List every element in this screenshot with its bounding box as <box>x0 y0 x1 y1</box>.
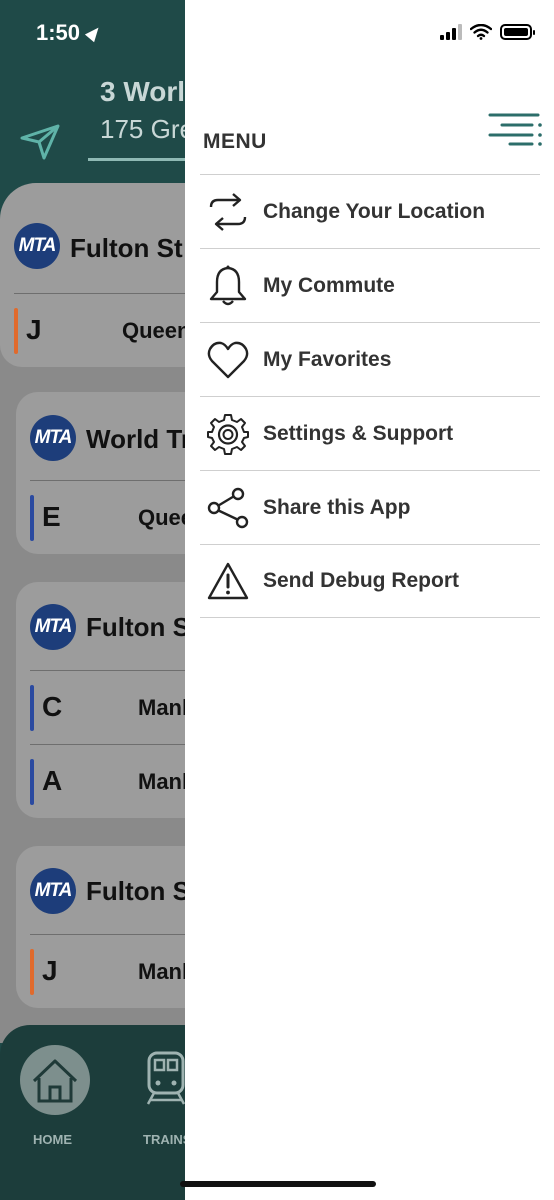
menu-item-my-commute[interactable]: My Commute <box>200 248 540 322</box>
line-color-bar <box>14 308 18 354</box>
tab-home-label: HOME <box>33 1132 72 1147</box>
menu-item-label: Settings & Support <box>263 421 454 445</box>
menu-item-settings[interactable]: Settings & Support <box>200 396 540 470</box>
heart-icon <box>206 338 250 382</box>
card-title: Fulton St <box>70 233 183 263</box>
home-indicator[interactable] <box>180 1181 376 1187</box>
menu-item-label: Change Your Location <box>263 199 486 223</box>
battery-icon <box>500 24 535 40</box>
menu-item-label: My Favorites <box>263 347 392 371</box>
card-title: Fulton St <box>86 612 199 642</box>
status-icons <box>440 24 535 40</box>
menu-toggle-icon[interactable] <box>488 112 544 148</box>
train-icon[interactable] <box>146 1050 186 1106</box>
location-arrow-icon <box>84 23 104 43</box>
swap-arrows-icon <box>206 190 250 234</box>
wifi-icon <box>470 24 492 40</box>
mta-logo: MTA <box>30 415 76 461</box>
line-letter: A <box>42 765 63 796</box>
menu-item-label: Send Debug Report <box>263 569 460 592</box>
line-color-bar <box>30 759 34 805</box>
line-letter: J <box>42 955 58 986</box>
line-color-bar <box>30 949 34 995</box>
status-time: 1:50 <box>36 20 81 45</box>
menu-list: Change Your Location My Commute My Favor… <box>200 174 540 618</box>
navigation-arrow-icon[interactable] <box>20 124 60 160</box>
mta-logo: MTA <box>30 868 76 914</box>
gear-icon <box>206 412 250 456</box>
line-color-bar <box>30 495 34 541</box>
line-letter: J <box>26 314 42 345</box>
share-icon <box>206 486 250 530</box>
menu-item-share-app[interactable]: Share this App <box>200 470 540 544</box>
line-letter: E <box>42 501 61 532</box>
mta-logo: MTA <box>30 604 76 650</box>
menu-item-label: Share this App <box>263 495 411 519</box>
line-letter: C <box>42 691 63 722</box>
cellular-signal-icon <box>440 24 462 40</box>
menu-item-change-location[interactable]: Change Your Location <box>200 174 540 248</box>
card-title: Fulton St <box>86 876 199 906</box>
menu-item-send-debug[interactable]: Send Debug Report <box>200 544 540 618</box>
station-address: 175 Gre <box>100 114 194 144</box>
tab-home[interactable] <box>20 1045 90 1115</box>
menu-title: MENU <box>203 130 267 153</box>
side-menu-drawer: MENU Change Your Location My Commute My … <box>185 0 554 1200</box>
card-title: World Tr <box>86 424 191 454</box>
mta-logo: MTA <box>14 223 60 269</box>
warning-icon <box>206 559 250 603</box>
bell-icon <box>206 264 250 308</box>
menu-item-label: My Commute <box>263 273 395 297</box>
menu-item-my-favorites[interactable]: My Favorites <box>200 322 540 396</box>
house-icon <box>32 1059 78 1103</box>
line-color-bar <box>30 685 34 731</box>
